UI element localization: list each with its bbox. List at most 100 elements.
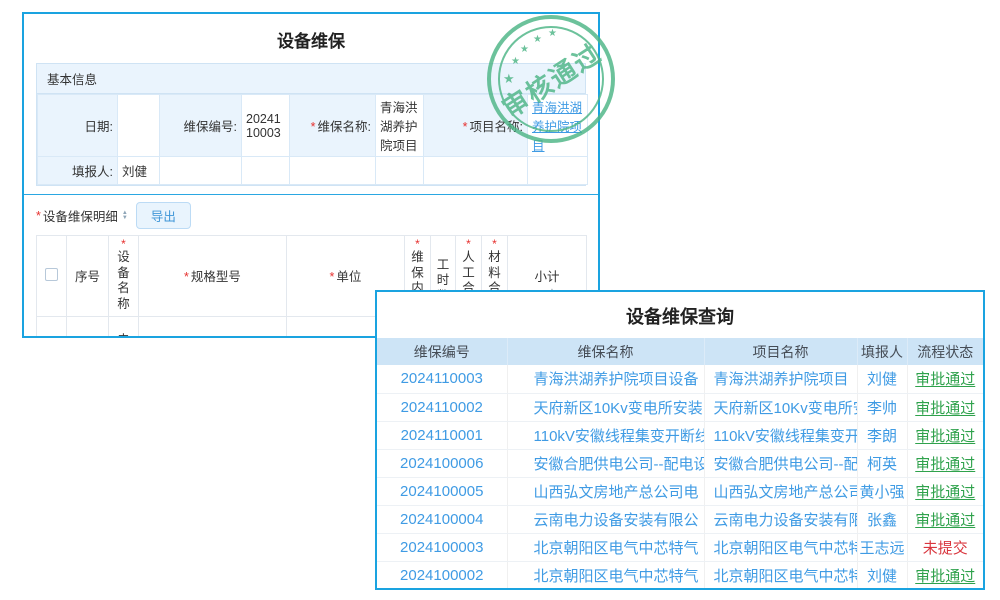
cell-code[interactable]: 2024110003	[377, 365, 507, 393]
required-mark: *	[109, 239, 138, 250]
cell-code[interactable]: 2024110001	[377, 421, 507, 449]
cell-code[interactable]: 2024100002	[377, 561, 507, 589]
cell-name[interactable]: 北京朝阳区电气中芯特气	[507, 533, 704, 561]
required-mark: *	[36, 209, 41, 223]
cell-code[interactable]: 2024100004	[377, 505, 507, 533]
required-mark: *	[330, 270, 335, 284]
basic-info-section: 基本信息 日期: 维保编号: 2024110003 *维保名称: 青海洪湖养护院…	[36, 63, 586, 186]
basic-info-row-2: 填报人: 刘健	[38, 157, 588, 185]
empty-cell	[424, 157, 528, 185]
project-label: *项目名称:	[424, 95, 528, 157]
section-divider	[24, 194, 598, 195]
query-panel: 设备维保查询 维保编号 维保名称 项目名称 填报人 流程状态 202411000…	[375, 290, 985, 590]
basic-info-table: 日期: 维保编号: 2024110003 *维保名称: 青海洪湖养护院项目 *项…	[37, 94, 588, 185]
basic-info-section-title: 基本信息	[37, 64, 585, 94]
column-header-status: 流程状态	[907, 338, 983, 365]
cell-reporter[interactable]: 李朗	[857, 421, 907, 449]
required-mark: *	[405, 239, 430, 250]
cell-status[interactable]: 未提交	[907, 533, 983, 561]
status-badge: 审批通过	[915, 456, 975, 473]
query-row: 2024110003 青海洪湖养护院项目设备 青海洪湖养护院项目 刘健 审批通过	[377, 365, 983, 393]
cell-name[interactable]: 青海洪湖养护院项目设备	[507, 365, 704, 393]
row-select-cell	[37, 316, 67, 338]
query-row: 2024100006 安徽合肥供电公司--配电设 安徽合肥供电公司--配电设 柯…	[377, 449, 983, 477]
select-all-checkbox[interactable]	[45, 268, 58, 281]
empty-cell	[160, 157, 242, 185]
query-title: 设备维保查询	[377, 292, 983, 338]
cell-project[interactable]: 北京朝阳区电气中芯特气	[704, 561, 857, 589]
status-badge: 审批通过	[915, 512, 975, 529]
query-row: 2024100005 山西弘文房地产总公司电 山西弘文房地产总公司电 黄小强 审…	[377, 477, 983, 505]
required-mark: *	[482, 239, 507, 250]
cell-name[interactable]: 北京朝阳区电气中芯特气	[507, 561, 704, 589]
cell-project[interactable]: 山西弘文房地产总公司电	[704, 477, 857, 505]
sort-down-icon: ▼	[122, 216, 128, 221]
cell-status[interactable]: 审批通过	[907, 365, 983, 393]
cell-project[interactable]: 云南电力设备安装有限公	[704, 505, 857, 533]
status-badge: 未提交	[923, 540, 968, 557]
cell-name[interactable]: 山西弘文房地产总公司电	[507, 477, 704, 505]
status-badge: 审批通过	[915, 428, 975, 445]
status-badge: 审批通过	[915, 400, 975, 417]
column-header-name: 维保名称	[507, 338, 704, 365]
name-label: *维保名称:	[290, 95, 376, 157]
cell-code[interactable]: 2024100003	[377, 533, 507, 561]
status-badge: 审批通过	[915, 371, 975, 388]
sort-icon[interactable]: ▲ ▼	[122, 211, 128, 221]
cell-status[interactable]: 审批通过	[907, 477, 983, 505]
empty-cell	[242, 157, 290, 185]
query-header-row: 维保编号 维保名称 项目名称 填报人 流程状态	[377, 338, 983, 365]
cell-project[interactable]: 天府新区10Kv变电所安装	[704, 393, 857, 421]
export-button[interactable]: 导出	[136, 202, 191, 229]
cell-project[interactable]: 110kV安徽线程集变开断线	[704, 421, 857, 449]
cell-reporter[interactable]: 张鑫	[857, 505, 907, 533]
cell-project[interactable]: 北京朝阳区电气中芯特气	[704, 533, 857, 561]
column-header-reporter: 填报人	[857, 338, 907, 365]
cell-name[interactable]: 110kV安徽线程集变开断线	[507, 421, 704, 449]
cell-name[interactable]: 天府新区10Kv变电所安装	[507, 393, 704, 421]
cell-model: 5KW	[139, 316, 287, 338]
cell-status[interactable]: 审批通过	[907, 393, 983, 421]
cell-status[interactable]: 审批通过	[907, 421, 983, 449]
cell-reporter[interactable]: 刘健	[857, 561, 907, 589]
required-mark: *	[463, 120, 468, 134]
empty-cell	[290, 157, 376, 185]
project-link[interactable]: 青海洪湖养护院项目	[532, 101, 582, 153]
query-row: 2024110002 天府新区10Kv变电所安装 天府新区10Kv变电所安装 李…	[377, 393, 983, 421]
reporter-label: 填报人:	[38, 157, 118, 185]
query-row: 2024100002 北京朝阳区电气中芯特气 北京朝阳区电气中芯特气 刘健 审批…	[377, 561, 983, 589]
cell-project[interactable]: 安徽合肥供电公司--配电设	[704, 449, 857, 477]
query-table: 维保编号 维保名称 项目名称 填报人 流程状态 2024110003 青海洪湖养…	[377, 338, 983, 589]
detail-section-bar: * 设备维保明细 ▲ ▼ 导出	[36, 202, 586, 229]
cell-reporter[interactable]: 李帅	[857, 393, 907, 421]
cell-reporter[interactable]: 柯英	[857, 449, 907, 477]
cell-code[interactable]: 2024110002	[377, 393, 507, 421]
cell-reporter[interactable]: 王志远	[857, 533, 907, 561]
query-row: 2024110001 110kV安徽线程集变开断线 110kV安徽线程集变开断线…	[377, 421, 983, 449]
column-header-device: * 设备名称	[109, 236, 139, 317]
column-header-code: 维保编号	[377, 338, 507, 365]
cell-reporter[interactable]: 刘健	[857, 365, 907, 393]
cell-index: 1	[67, 316, 109, 338]
code-label: 维保编号:	[160, 95, 242, 157]
required-mark: *	[456, 239, 481, 250]
code-value: 2024110003	[242, 95, 290, 157]
cell-project[interactable]: 青海洪湖养护院项目	[704, 365, 857, 393]
column-header-project: 项目名称	[704, 338, 857, 365]
select-all-cell	[37, 236, 67, 317]
status-badge: 审批通过	[915, 568, 975, 585]
cell-code[interactable]: 2024100005	[377, 477, 507, 505]
empty-cell	[376, 157, 424, 185]
date-label: 日期:	[38, 95, 118, 157]
cell-name[interactable]: 安徽合肥供电公司--配电设	[507, 449, 704, 477]
date-value	[118, 95, 160, 157]
cell-reporter[interactable]: 黄小强	[857, 477, 907, 505]
cell-status[interactable]: 审批通过	[907, 449, 983, 477]
cell-status[interactable]: 审批通过	[907, 561, 983, 589]
screen: 设备维保 基本信息 日期: 维保编号: 2024110003 *维保名称: 青海…	[0, 0, 1000, 600]
cell-device: 电焊机	[109, 316, 139, 338]
name-value: 青海洪湖养护院项目	[376, 95, 424, 157]
cell-status[interactable]: 审批通过	[907, 505, 983, 533]
cell-name[interactable]: 云南电力设备安装有限公	[507, 505, 704, 533]
cell-code[interactable]: 2024100006	[377, 449, 507, 477]
